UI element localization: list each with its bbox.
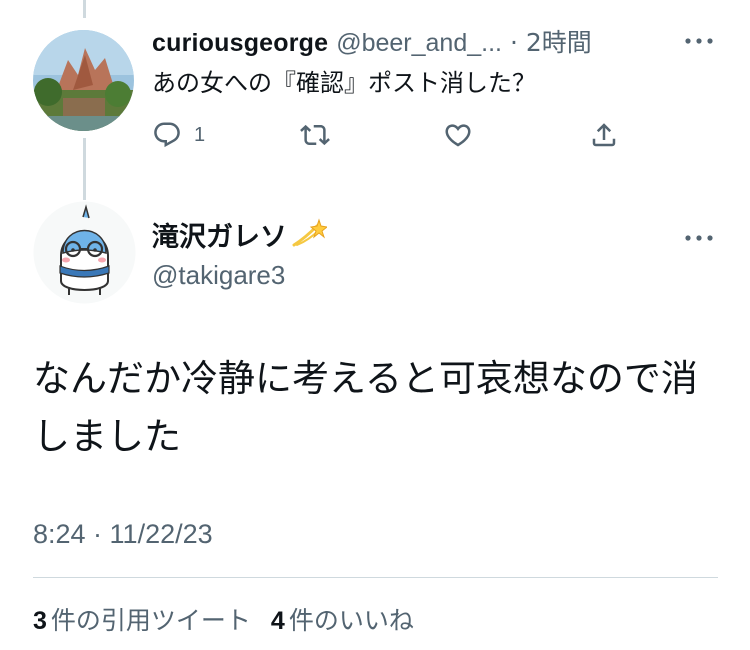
quote-count: 3 (33, 607, 47, 635)
avatar-curiousgeorge[interactable] (33, 30, 134, 131)
like-button[interactable] (443, 118, 473, 152)
thread-line (83, 138, 86, 200)
reply-count: 1 (194, 123, 206, 146)
reply-actions: 1 (0, 118, 750, 152)
reply-icon (154, 122, 180, 148)
tweet-stats: 3 件の引用ツイート 4 件のいいね (33, 601, 414, 637)
quote-tweets-stat[interactable]: 3 件の引用ツイート (33, 601, 251, 637)
author-name[interactable]: 滝沢ガレソ (152, 218, 329, 257)
more-options-icon[interactable] (683, 31, 715, 51)
reply-header: curiousgeorge @beer_and_... · 2時間 (152, 27, 592, 59)
like-label: 件のいいね (288, 606, 414, 635)
tweet-text: なんだか冷静に考えると可哀想なので消しました (33, 357, 698, 458)
tweet-timestamp[interactable]: 8:24 · 11/22/23 (33, 519, 213, 550)
reply-tweet[interactable]: curiousgeorge @beer_and_... · 2時間 あの女への『… (0, 0, 750, 190)
divider (33, 577, 718, 578)
reply-button[interactable]: 1 (152, 118, 205, 152)
dizzy-icon (291, 218, 329, 257)
likes-stat[interactable]: 4 件のいいね (271, 601, 414, 637)
separator: · (509, 28, 518, 57)
share-button[interactable] (589, 118, 619, 152)
author-name-text: 滝沢ガレソ (152, 221, 287, 253)
retweet-icon (300, 124, 330, 146)
like-icon (445, 124, 471, 147)
reply-text: あの女への『確認』ポスト消した？ (152, 69, 536, 97)
reply-time[interactable]: 2時間 (526, 28, 592, 57)
author-handle[interactable]: @takigare3 (152, 258, 285, 292)
retweet-button[interactable] (300, 118, 330, 152)
avatar-takigare[interactable] (33, 201, 136, 304)
more-options-icon[interactable] (683, 228, 715, 248)
share-icon (592, 123, 616, 147)
like-count: 4 (270, 607, 285, 635)
reply-author-handle[interactable]: @beer_and_... (336, 29, 502, 57)
quote-label: 件の引用ツイート (50, 606, 251, 635)
reply-author-name[interactable]: curiousgeorge (152, 29, 328, 57)
